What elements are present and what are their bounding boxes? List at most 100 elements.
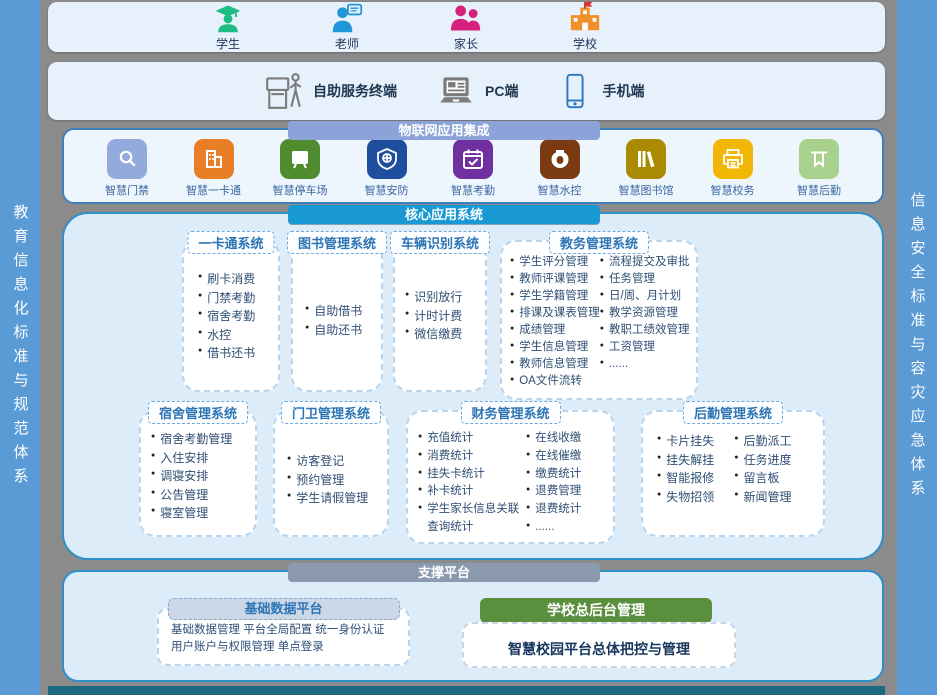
system-box-vehicle: 车辆识别系统识别放行计时计费微信缴费 — [393, 240, 487, 392]
system-item: 宿舍考勤管理 — [151, 430, 232, 449]
system-item: 学生信息管理 — [510, 339, 600, 356]
system-item: 排课及课表管理 — [510, 305, 600, 322]
iot-app-label: 智慧门禁 — [105, 182, 149, 198]
system-item: 刷卡消费 — [198, 270, 255, 289]
terminal-label: PC端 — [485, 81, 518, 101]
base-bar — [48, 686, 885, 695]
parents-icon — [450, 2, 482, 34]
user-role-item: 家长 — [434, 2, 498, 52]
system-item: 调寝安排 — [151, 467, 232, 486]
system-item-list: 后勤派工任务进度留言板新闻管理 — [734, 432, 791, 506]
system-item: 借书还书 — [198, 344, 255, 363]
core-section-header: 核心应用系统 — [288, 205, 600, 224]
system-item: 访客登记 — [287, 452, 368, 471]
system-title: 车辆识别系统 — [390, 231, 490, 254]
system-item: 入住安排 — [151, 449, 232, 468]
system-item: 计时计费 — [405, 307, 462, 326]
system-item: 失物招领 — [657, 488, 714, 507]
system-item: 新闻管理 — [734, 488, 791, 507]
system-item-list: 在线收缴在线催缴缴费统计退费管理退费统计...... — [526, 430, 581, 537]
system-item-list: 自助借书自助还书 — [305, 302, 362, 339]
terminal-item: 自助服务终端 — [263, 70, 397, 112]
system-item-list: 刷卡消费门禁考勤宿舍考勤水控借书还书 — [198, 270, 255, 363]
system-item-list: 识别放行计时计费微信缴费 — [405, 288, 462, 344]
system-item: 学生评分管理 — [510, 254, 600, 271]
user-role-item: 学校 — [553, 2, 617, 52]
system-box-dorm: 宿舍管理系统宿舍考勤管理入住安排调寝安排公告管理寝室管理 — [139, 410, 257, 537]
user-role-label: 学生 — [216, 35, 240, 52]
teacher-icon — [331, 2, 363, 34]
system-item: 宿舍考勤 — [198, 307, 255, 326]
iot-app-label: 智慧安防 — [365, 182, 409, 198]
iot-app-item: 智慧图书馆 — [613, 139, 679, 202]
system-item: 挂失解挂 — [657, 451, 714, 470]
iot-app-label: 智慧后勤 — [797, 182, 841, 198]
iot-app-label: 智慧图书馆 — [619, 182, 674, 198]
system-item-list: 流程提交及审批任务管理日/周、月计划教学资源管理教职工绩效管理工资管理.....… — [600, 254, 690, 390]
system-item: 退费管理 — [526, 483, 581, 501]
attendance-calendar-icon — [453, 139, 493, 179]
basic-data-platform-text: 基础数据管理 平台全局配置 统一身份认证 用户账户与权限管理 单点登录 — [171, 622, 398, 657]
terminal-item: 手机端 — [556, 72, 644, 110]
system-item: 工资管理 — [600, 339, 690, 356]
user-role-label: 家长 — [454, 35, 478, 52]
iot-app-item: 智慧门禁 — [94, 139, 160, 202]
terminals-row: 自助服务终端 PC端 手机端 — [48, 62, 885, 120]
iot-app-item: 智慧水控 — [527, 139, 593, 202]
system-item-list: 访客登记预约管理学生请假管理 — [287, 452, 368, 508]
system-box-finance: 财务管理系统充值统计消费统计挂失卡统计补卡统计学生家长信息关联查询统计在线收缴在… — [406, 410, 615, 544]
system-item: 日/周、月计划 — [600, 288, 690, 305]
system-item: 学生学籍管理 — [510, 288, 600, 305]
system-item: 自助还书 — [305, 321, 362, 340]
left-standard-label: 教育信息化标准与规范体系 — [10, 204, 31, 492]
terminal-item: PC端 — [435, 70, 518, 112]
security-shield-icon — [367, 139, 407, 179]
user-roles-row: 学生 老师 家长 学校 — [48, 2, 885, 52]
system-item: 在线收缴 — [526, 430, 581, 448]
right-standard-bar: 信息安全标准与容灾应急体系 — [897, 0, 937, 695]
user-role-label: 学校 — [573, 35, 597, 52]
system-item: 学生家长信息关联查询统计 — [418, 501, 522, 537]
system-item: 识别放行 — [405, 288, 462, 307]
iot-app-label: 智慧考勤 — [451, 182, 495, 198]
system-item: 教师信息管理 — [510, 356, 600, 373]
iot-app-item: 智慧安防 — [354, 139, 420, 202]
terminal-label: 手机端 — [602, 81, 644, 101]
system-item: 后勤派工 — [734, 432, 791, 451]
system-item: 寝室管理 — [151, 504, 232, 523]
system-item: 留言板 — [734, 469, 791, 488]
parking-icon — [280, 139, 320, 179]
iot-app-label: 智慧水控 — [538, 182, 582, 198]
user-role-label: 老师 — [335, 35, 359, 52]
system-item: ...... — [526, 519, 581, 537]
smart-campus-architecture-diagram: 教育信息化标准与规范体系 信息安全标准与容灾应急体系 学生 老师 家长 学校 — [0, 0, 937, 695]
system-item: 学生请假管理 — [287, 489, 368, 508]
left-standard-bar: 教育信息化标准与规范体系 — [0, 0, 40, 695]
basic-data-platform-title: 基础数据平台 — [168, 598, 400, 620]
support-platform-panel: 基础数据平台 基础数据管理 平台全局配置 统一身份认证 用户账户与权限管理 单点… — [62, 570, 884, 682]
system-box-academic: 教务管理系统学生评分管理教师评课管理学生学籍管理排课及课表管理成绩管理学生信息管… — [500, 240, 698, 400]
system-item: 教师评课管理 — [510, 271, 600, 288]
kiosk-icon — [263, 70, 305, 112]
iot-app-item: 智慧一卡通 — [181, 139, 247, 202]
school-affairs-icon — [713, 139, 753, 179]
system-item-list: 宿舍考勤管理入住安排调寝安排公告管理寝室管理 — [151, 430, 232, 523]
system-item: 在线催缴 — [526, 448, 581, 466]
door-access-icon — [107, 139, 147, 179]
system-item: 微信缴费 — [405, 325, 462, 344]
iot-app-item: 智慧后勤 — [786, 139, 852, 202]
system-item: 水控 — [198, 326, 255, 345]
system-item: 补卡统计 — [418, 483, 522, 501]
system-title: 教务管理系统 — [549, 231, 649, 254]
system-title: 宿舍管理系统 — [148, 401, 248, 424]
onecard-icon — [194, 139, 234, 179]
system-item: 卡片挂失 — [657, 432, 714, 451]
system-title: 财务管理系统 — [460, 401, 560, 424]
school-icon — [568, 2, 602, 34]
system-item: OA文件流转 — [510, 373, 600, 390]
system-item-list: 卡片挂失挂失解挂智能报修失物招领 — [657, 432, 714, 506]
iot-section-header: 物联网应用集成 — [288, 121, 600, 140]
laptop-icon — [435, 70, 477, 112]
support-section-header: 支撑平台 — [288, 563, 600, 582]
system-item: 教职工绩效管理 — [600, 322, 690, 339]
